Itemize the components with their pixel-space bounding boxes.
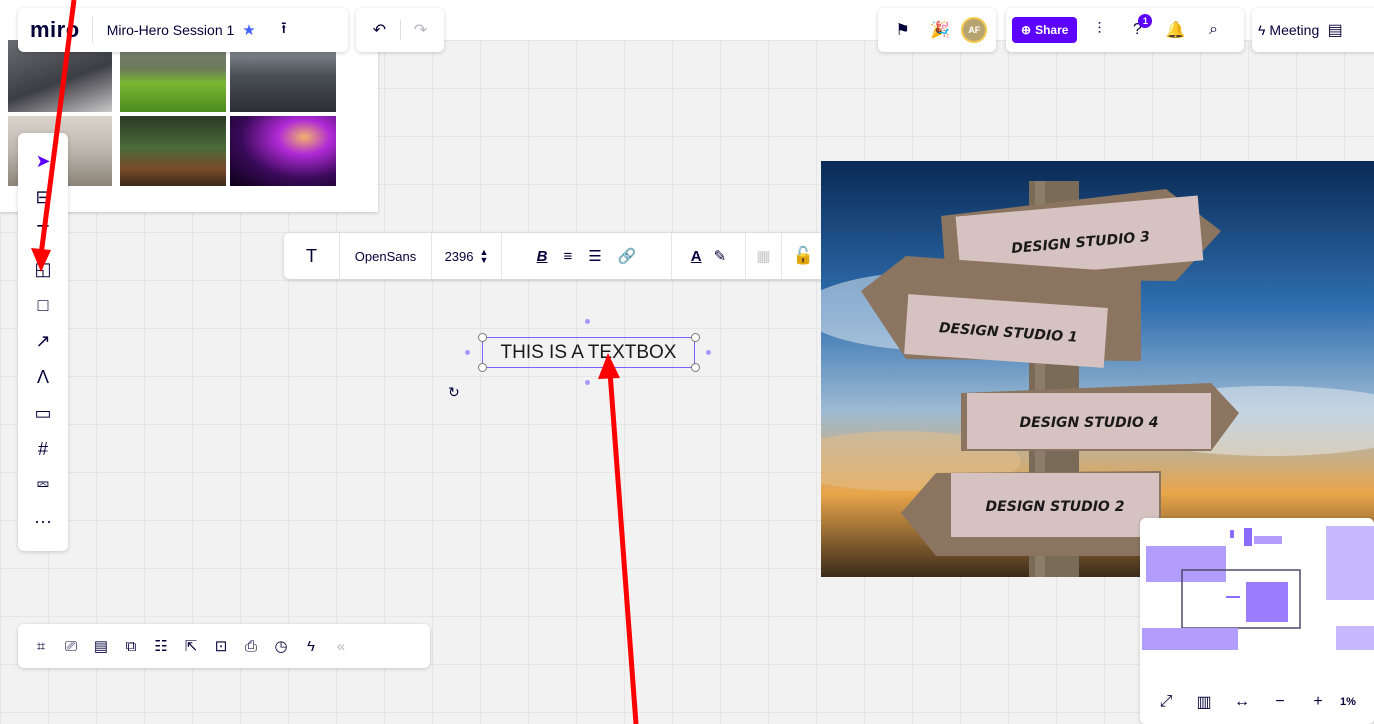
divider <box>399 20 401 40</box>
timer-icon[interactable]: ◷ <box>266 630 296 662</box>
app-bar: miro Miro-Hero Session 1 ★ ⭱ <box>18 8 348 52</box>
comment-icon[interactable]: ▭ <box>25 395 61 431</box>
undo-icon[interactable]: ↶ <box>364 14 396 46</box>
board-name[interactable]: Miro-Hero Session 1 <box>93 22 243 38</box>
upload-icon[interactable]: ⮹ <box>25 467 61 503</box>
text-style-group: B ≡ ☰ 🔗 <box>502 233 672 279</box>
signpost-image[interactable]: DESIGN STUDIO 3 DESIGN STUDIO 1 DESIGN S… <box>821 161 1374 577</box>
selected-textbox[interactable]: THIS IS A TEXTBOX <box>482 337 695 368</box>
upload-icon[interactable]: ⭱ <box>268 14 300 46</box>
settings-icon[interactable]: ⫶ <box>1083 14 1115 46</box>
share-button[interactable]: ⊕ Share <box>1012 17 1078 43</box>
stepper-arrows-icon[interactable]: ▲ ▼ <box>480 248 489 265</box>
redo-icon[interactable]: ↷ <box>405 14 437 46</box>
color-group: A ✎ <box>672 233 746 279</box>
list-icon[interactable]: ☰ <box>588 247 601 265</box>
font-size-value[interactable]: 2396 <box>445 249 474 264</box>
share-bar: ⊕ Share ⫶ ? 1 🔔 ⌕ <box>1006 8 1244 52</box>
lightning-icon: ϟ <box>1258 22 1266 38</box>
search-icon[interactable]: ⌕ <box>1197 14 1229 46</box>
font-size-stepper[interactable]: 2396 ▲ ▼ <box>432 233 502 279</box>
align-icon[interactable]: ≡ <box>563 248 572 265</box>
embed-icon[interactable]: ⊡ <box>206 630 236 662</box>
globe-icon: ⊕ <box>1021 23 1032 37</box>
resize-handle-bottom-left[interactable] <box>478 363 487 372</box>
font-family-select[interactable]: OpenSans <box>340 233 432 279</box>
avatar[interactable]: AF <box>961 17 988 43</box>
share-screen-icon[interactable]: ⇱ <box>176 630 206 662</box>
bold-button[interactable]: B <box>537 248 548 265</box>
comments-icon[interactable]: ▤ <box>86 630 116 662</box>
signpost-illustration: DESIGN STUDIO 3 DESIGN STUDIO 1 DESIGN S… <box>821 161 1374 577</box>
left-toolbar: ➤ ⊟ T ◱ □ ↗ Λ ▭ # ⮹ ··· <box>18 133 68 551</box>
notes-icon[interactable]: ▤ <box>1323 14 1347 46</box>
connector-dot-right[interactable] <box>706 350 711 355</box>
video-icon[interactable]: ⎙ <box>236 630 266 662</box>
star-icon[interactable]: ★ <box>242 21 255 39</box>
text-color-icon[interactable]: A <box>691 248 702 265</box>
follow-icon[interactable]: ⚑ <box>887 14 919 46</box>
bottom-toolbar: ⌗ ⎚ ▤ ⧉ ☷ ⇱ ⊡ ⎙ ◷ ϟ « <box>18 624 430 668</box>
miro-logo[interactable]: miro <box>18 17 92 43</box>
arrow-icon[interactable]: ↗ <box>25 323 61 359</box>
meeting-bar: ϟ Meeting ▤ <box>1252 8 1374 52</box>
zoom-out-icon[interactable]: − <box>1264 686 1296 718</box>
resize-handle-top-left[interactable] <box>478 333 487 342</box>
connector-dot-top[interactable] <box>585 319 590 324</box>
collapse-icon[interactable]: « <box>326 630 356 662</box>
bell-icon[interactable]: 🔔 <box>1159 14 1191 46</box>
pen-icon[interactable]: Λ <box>25 359 61 395</box>
sign-label-2: DESIGN STUDIO 2 <box>986 499 1125 515</box>
highlight-icon[interactable]: ✎ <box>714 247 727 265</box>
connector-dot-bottom[interactable] <box>585 380 590 385</box>
minimap-preview <box>1142 526 1374 650</box>
sticky-note-icon[interactable]: ◱ <box>25 251 61 287</box>
help-icon[interactable]: ? 1 <box>1121 14 1153 46</box>
zoom-level[interactable]: 1% <box>1340 696 1356 708</box>
minimap-controls: ⤢ ▥ ↔ − + 1% <box>1140 680 1374 724</box>
rotate-handle-icon[interactable]: ↻ <box>448 384 460 401</box>
text-icon[interactable]: T <box>25 215 61 251</box>
notification-badge: 1 <box>1138 14 1153 28</box>
resize-handle-top-right[interactable] <box>691 333 700 342</box>
thumbnail-forest[interactable] <box>120 116 226 186</box>
map-icon[interactable]: ▥ <box>1188 686 1220 718</box>
expand-icon[interactable]: ⤢ <box>1150 686 1182 718</box>
templates-icon[interactable]: ⊟ <box>25 179 61 215</box>
celebrate-icon[interactable]: 🎉 <box>924 14 956 46</box>
lock-icon[interactable]: 🔓 <box>782 233 826 279</box>
meeting-button[interactable]: Meeting <box>1269 22 1319 38</box>
cards-icon[interactable]: ⧉ <box>116 630 146 662</box>
link-icon[interactable]: 🔗 <box>618 247 637 265</box>
frames-icon[interactable]: ⌗ <box>26 630 56 662</box>
text-format-toolbar: T OpenSans 2396 ▲▼ B ≡ ☰ 🔗 A ✎ ▦ 🔓 ··· <box>284 233 892 279</box>
sign-label-4: DESIGN STUDIO 4 <box>1020 415 1159 431</box>
opacity-icon[interactable]: ▦ <box>746 233 782 279</box>
miro-window: T OpenSans 2396 ▲▼ B ≡ ☰ 🔗 A ✎ ▦ 🔓 ··· T… <box>0 0 1374 724</box>
shape-icon[interactable]: □ <box>25 287 61 323</box>
connector-dot-left[interactable] <box>465 350 470 355</box>
lightning-icon[interactable]: ϟ <box>296 630 326 662</box>
history-bar: ↶ ↷ <box>356 8 444 52</box>
presentation-icon[interactable]: ⎚ <box>56 630 86 662</box>
minimap[interactable]: ⤢ ▥ ↔ − + 1% <box>1140 518 1374 724</box>
more-icon[interactable]: ··· <box>25 503 61 539</box>
select-icon[interactable]: ➤ <box>25 143 61 179</box>
text-type-icon[interactable]: T <box>284 233 340 279</box>
collaboration-bar: ⚑ 🎉 AF <box>878 8 996 52</box>
resize-handle-bottom-right[interactable] <box>691 363 700 372</box>
share-label: Share <box>1035 23 1069 37</box>
kanban-icon[interactable]: ☷ <box>146 630 176 662</box>
zoom-in-icon[interactable]: + <box>1302 686 1334 718</box>
thumbnail-concert[interactable] <box>230 116 336 186</box>
board-canvas[interactable]: T OpenSans 2396 ▲▼ B ≡ ☰ 🔗 A ✎ ▦ 🔓 ··· T… <box>0 40 1374 724</box>
fit-icon[interactable]: ↔ <box>1226 686 1258 718</box>
frame-icon[interactable]: # <box>25 431 61 467</box>
